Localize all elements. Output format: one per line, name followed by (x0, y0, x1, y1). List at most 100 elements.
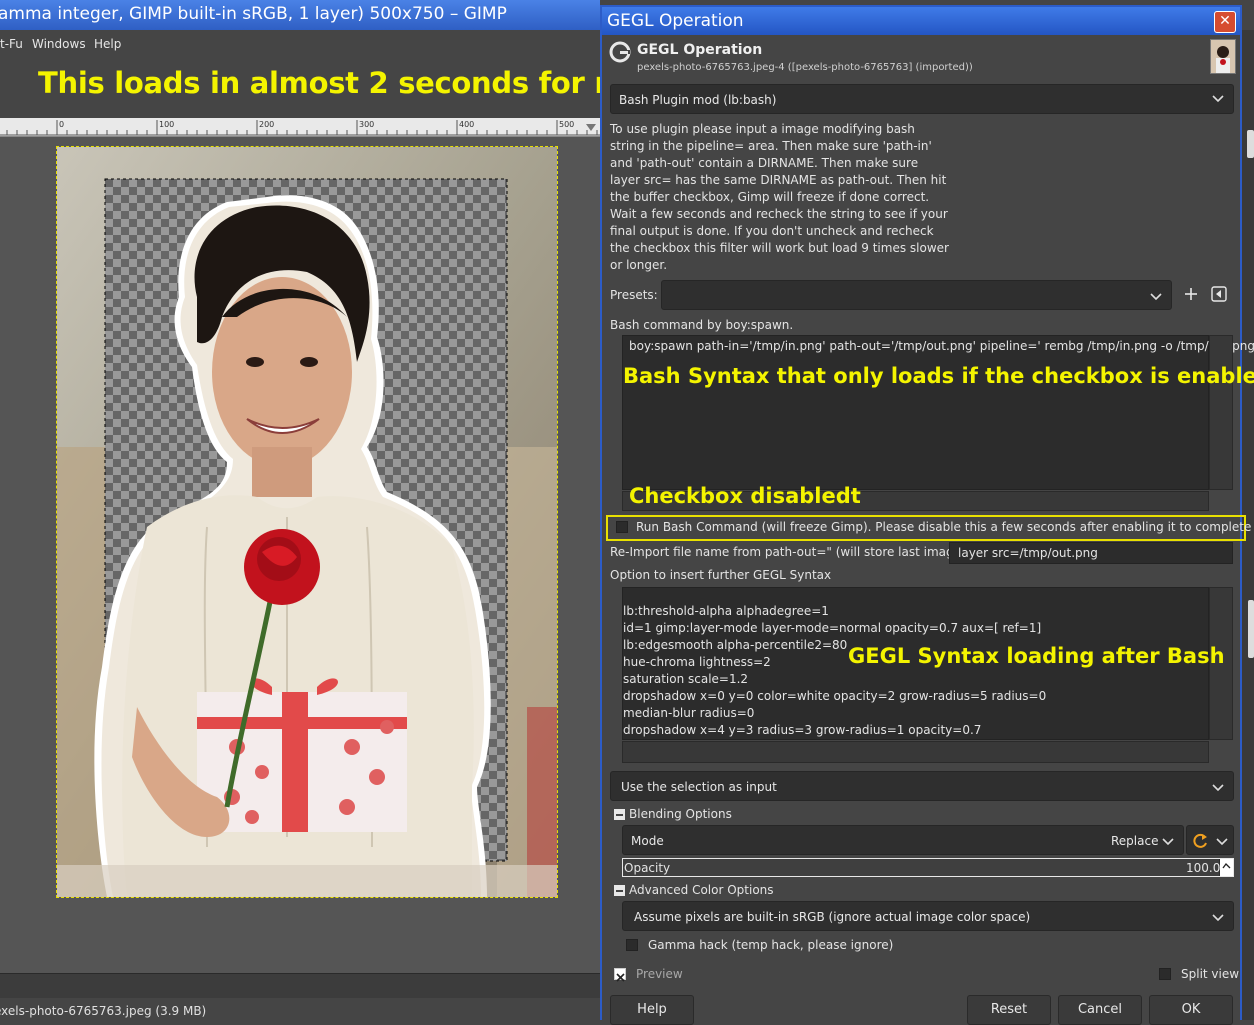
opacity-value: 100.0 (1186, 861, 1221, 875)
bash-command-text: boy:spawn path-in='/tmp/in.png' path-out… (629, 339, 1254, 353)
ruler-label-400: 400 (459, 120, 475, 129)
ruler-arrow-icon (586, 124, 596, 131)
ruler-label-300: 300 (359, 120, 375, 129)
gegl-lines: lb:threshold-alpha alphadegree=1 id=1 gi… (623, 603, 1046, 739)
gegl-line: dropshadow x=4 y=3 radius=3 grow-radius=… (623, 723, 982, 737)
gegl-syntax-label: Option to insert further GEGL Syntax (610, 568, 832, 582)
gegl-line: median-blur radius=0 (623, 706, 755, 720)
opacity-slider[interactable]: Opacity 100.0 (622, 858, 1234, 877)
preview-label: Preview (636, 967, 683, 981)
gimp-titlebar: amma integer, GIMP built-in sRGB, 1 laye… (0, 0, 600, 30)
horizontal-scrollbar[interactable] (0, 973, 600, 998)
reset-button[interactable]: Reset (967, 995, 1051, 1025)
description-text: To use plugin please input a image modif… (610, 121, 949, 274)
split-view-label: Split view (1181, 967, 1240, 981)
gamma-hack-label: Gamma hack (temp hack, please ignore) (648, 938, 894, 952)
description-line: Wait a few seconds and recheck the strin… (610, 207, 948, 221)
description-line: string in the pipeline= area. Then make … (610, 139, 932, 153)
gegl-line: dropshadow x=0 y=0 color=white opacity=2… (623, 689, 1047, 703)
annotation-gegl: GEGL Syntax loading after Bash (848, 644, 1225, 668)
presets-label: Presets: (610, 288, 658, 302)
ok-button[interactable]: OK (1149, 995, 1233, 1025)
description-line: To use plugin please input a image modif… (610, 122, 915, 136)
gegl-horizontal-scrollbar[interactable] (622, 741, 1209, 763)
status-text: exels-photo-6765763.jpeg (3.9 MB) (0, 1004, 207, 1018)
collapse-advanced-icon[interactable] (614, 885, 625, 896)
image-canvas[interactable] (56, 146, 558, 898)
gegl-line: lb:threshold-alpha alphadegree=1 (623, 604, 829, 618)
chevron-down-icon (1216, 838, 1228, 846)
annotation-top: This loads in almost 2 seconds for me (38, 66, 644, 100)
input-selection-value: Use the selection as input (621, 780, 777, 794)
gegl-operation-dialog: GEGL Operation ✕ GEGL Operation pexels-p… (600, 5, 1254, 1020)
checkmark-icon (616, 973, 625, 982)
preset-menu-icon[interactable] (1211, 286, 1227, 302)
close-icon[interactable]: ✕ (1214, 11, 1236, 33)
ruler-label-0: 0 (59, 120, 65, 129)
cancel-button[interactable]: Cancel (1058, 995, 1142, 1025)
run-bash-checkbox[interactable] (616, 521, 628, 533)
reimport-input[interactable]: layer src=/tmp/out.png (949, 542, 1233, 564)
menubar: t-Fu Windows Help (0, 30, 600, 58)
color-space-value: Assume pixels are built-in sRGB (ignore … (634, 910, 1031, 924)
mode-dropdown[interactable]: Mode Replace (622, 825, 1184, 855)
chevron-down-icon (1212, 914, 1224, 922)
operation-dropdown[interactable]: Bash Plugin mod (lb:bash) (610, 84, 1234, 114)
chevron-down-icon (1162, 838, 1174, 846)
ruler-label-100: 100 (159, 120, 175, 129)
description-line: the buffer checkbox, Gimp will freeze if… (610, 190, 930, 204)
opacity-fill (623, 859, 1219, 876)
description-line: layer src= has the same DIRNAME as path-… (610, 173, 947, 187)
blending-options-label: Blending Options (629, 807, 732, 821)
horizontal-ruler: 0 100 200 300 400 500 (0, 118, 600, 137)
gamma-hack-checkbox[interactable] (626, 939, 638, 951)
photo-illustration (57, 147, 557, 897)
ruler-ticks (0, 120, 600, 136)
window-title: amma integer, GIMP built-in sRGB, 1 laye… (0, 4, 507, 24)
reimport-label: Re-Import file name from path-out=" (wil… (610, 545, 970, 559)
collapse-blending-icon[interactable] (614, 809, 625, 820)
input-selection-dropdown[interactable]: Use the selection as input (610, 771, 1234, 801)
gegl-logo-icon (609, 41, 631, 63)
gegl-line: id=1 gimp:layer-mode layer-mode=normal o… (623, 621, 1042, 635)
bash-vertical-scrollbar[interactable] (1209, 335, 1233, 490)
mode-value: Replace (1111, 834, 1159, 848)
opacity-label: Opacity (624, 861, 671, 875)
ruler-label-200: 200 (259, 120, 275, 129)
gegl-line: saturation scale=1.2 (623, 672, 749, 686)
menu-script-fu[interactable]: t-Fu (0, 37, 23, 51)
mode-label: Mode (631, 834, 664, 848)
annotation-bash: Bash Syntax that only loads if the check… (623, 364, 1254, 388)
help-button[interactable]: Help (610, 995, 694, 1025)
dialog-title: GEGL Operation (607, 11, 744, 31)
dialog-titlebar: GEGL Operation ✕ (602, 7, 1240, 35)
description-line: and 'path-out' contain a DIRNAME. Then m… (610, 156, 919, 170)
chevron-down-icon (1212, 95, 1224, 103)
split-view-checkbox[interactable] (1159, 968, 1171, 980)
reimport-value: layer src=/tmp/out.png (958, 546, 1098, 560)
opacity-spin-icon[interactable] (1220, 859, 1233, 876)
operation-value: Bash Plugin mod (lb:bash) (619, 93, 777, 107)
add-preset-icon[interactable] (1184, 287, 1198, 301)
run-bash-label: Run Bash Command (will freeze Gimp). Ple… (636, 520, 1254, 534)
chevron-down-icon (1212, 784, 1224, 792)
annotation-checkbox: Checkbox disabledt (629, 484, 861, 508)
description-line: or longer. (610, 258, 668, 272)
header-subtitle: pexels-photo-6765763.jpeg-4 ([pexels-pho… (637, 62, 973, 73)
ruler-label-500: 500 (559, 120, 575, 129)
advanced-color-label: Advanced Color Options (629, 883, 774, 897)
description-line: final output is done. If you don't unche… (610, 224, 934, 238)
composite-mode-button[interactable] (1186, 825, 1234, 855)
header-title: GEGL Operation (637, 42, 763, 58)
bash-command-textarea[interactable]: boy:spawn path-in='/tmp/in.png' path-out… (622, 335, 1254, 490)
color-space-dropdown[interactable]: Assume pixels are built-in sRGB (ignore … (622, 901, 1234, 931)
menu-help[interactable]: Help (94, 37, 121, 51)
description-line: the checkbox this filter will work but l… (610, 241, 949, 255)
image-thumbnail (1210, 39, 1236, 74)
bash-label: Bash command by boy:spawn. (610, 318, 794, 332)
presets-dropdown[interactable] (661, 280, 1172, 310)
reset-mode-icon (1193, 833, 1207, 848)
chevron-down-icon (1150, 293, 1162, 301)
preview-checkbox[interactable] (614, 968, 626, 982)
menu-windows[interactable]: Windows (32, 37, 86, 51)
